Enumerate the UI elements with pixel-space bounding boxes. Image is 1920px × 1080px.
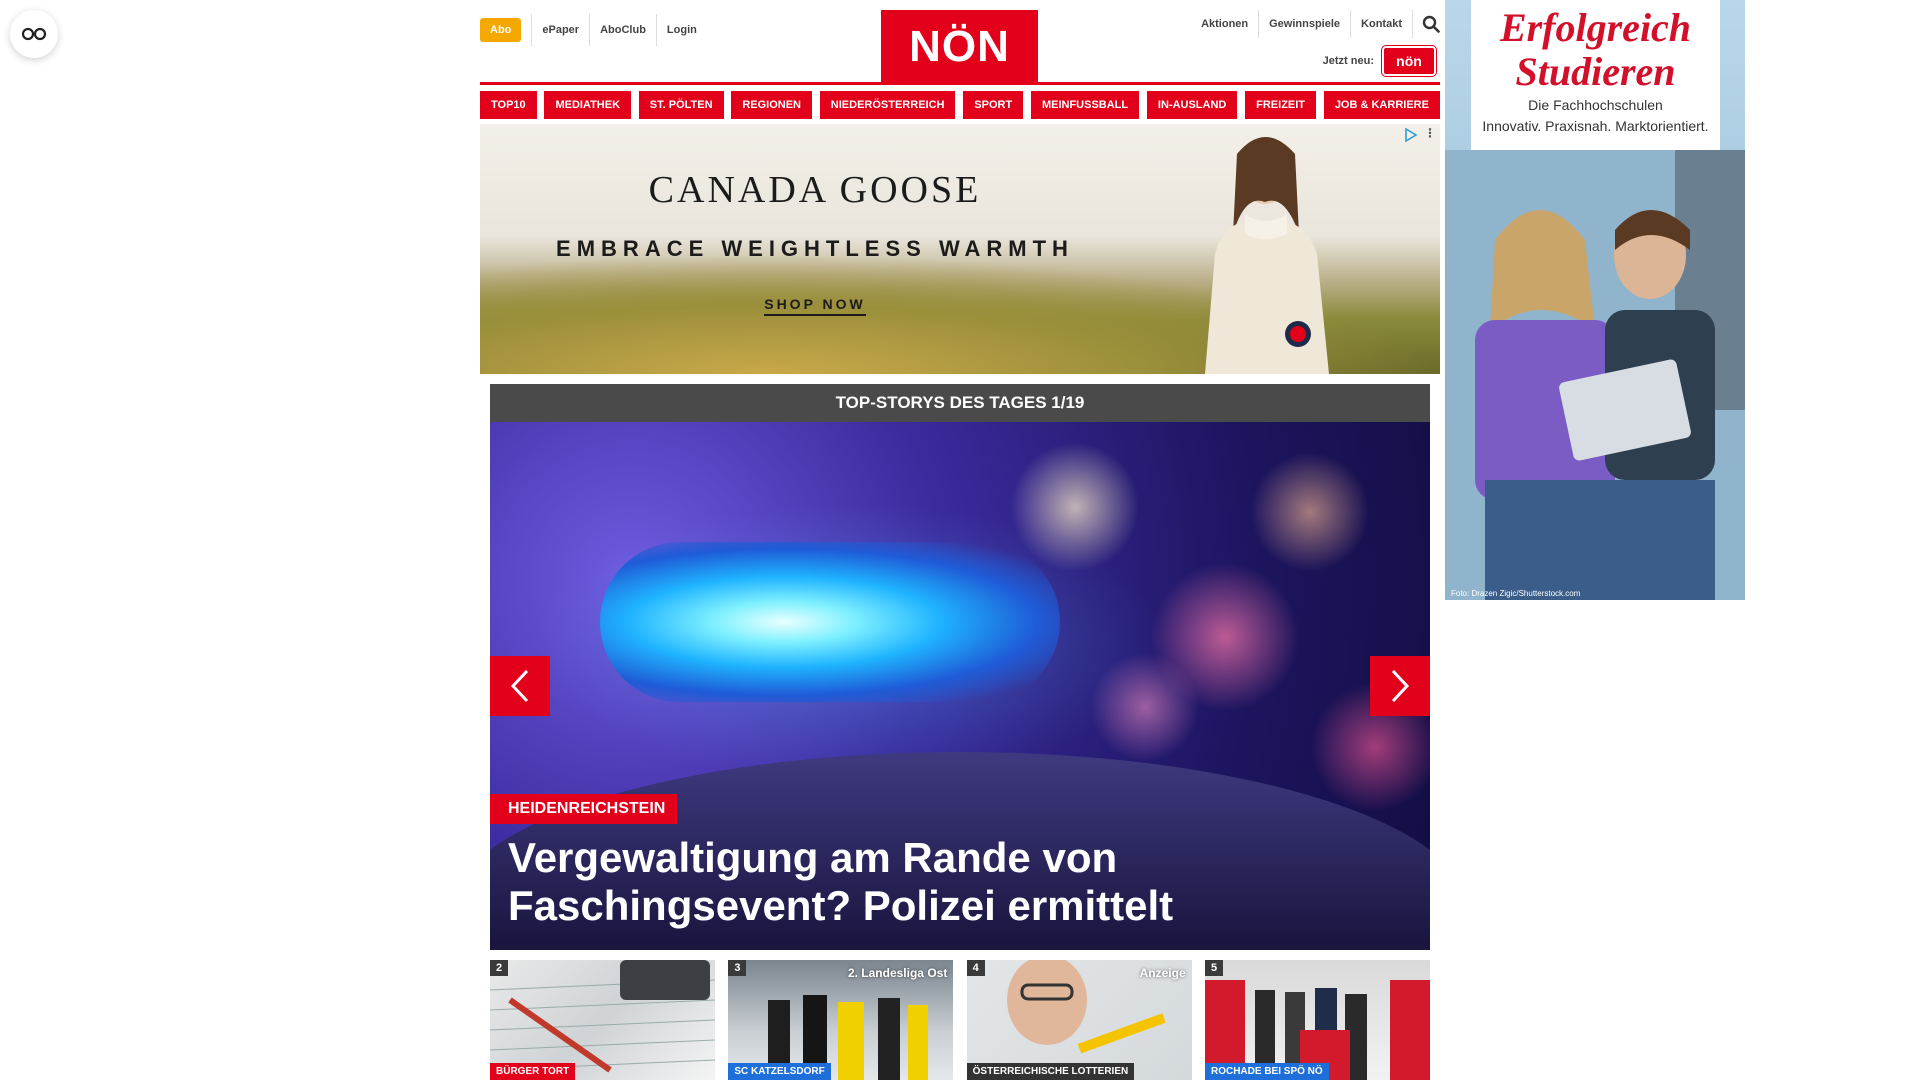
- top-stories-heading: TOP-STORYS DES TAGES 1/19: [490, 384, 1430, 422]
- thumb-category: SC KATZELSDORF: [728, 1063, 831, 1080]
- thumb-number: 3: [728, 960, 747, 976]
- aboclub-link[interactable]: AboClub: [589, 14, 656, 46]
- photo-credit: Foto: Drazen Zigic/Shutterstock.com: [1451, 589, 1581, 598]
- ad-model-image: [1205, 137, 1329, 374]
- ad-shop-now-label: SHOP NOW: [764, 296, 866, 316]
- reader-mode-button[interactable]: [10, 10, 58, 58]
- site-header: Abo ePaper AboClub Login NÖN Aktionen Ge…: [480, 0, 1440, 86]
- hero-story[interactable]: HEIDENREICHSTEIN Vergewaltigung am Rande…: [490, 422, 1430, 950]
- ad-text-card: Erfolgreich Studieren Die Fachhochschule…: [1471, 0, 1720, 150]
- thumb-number: 2: [490, 960, 509, 976]
- gewinnspiele-link[interactable]: Gewinnspiele: [1258, 10, 1350, 38]
- story-thumb-5[interactable]: 5 ROCHADE BEI SPÖ NÖ: [1204, 960, 1430, 1080]
- aktionen-link[interactable]: Aktionen: [1191, 10, 1258, 38]
- chevron-left-icon: [510, 669, 529, 703]
- thumb-category: ÖSTERREICHISCHE LOTTERIEN: [966, 1063, 1135, 1080]
- jetzt-neu-label: Jetzt neu:: [1322, 55, 1374, 67]
- right-links: Aktionen Gewinnspiele Kontakt: [1191, 10, 1440, 38]
- thumb-number: 5: [1204, 960, 1224, 976]
- story-thumbnails: 2 BÜRGER TORT 3 2. Landesliga Ost SC KAT…: [490, 960, 1430, 1080]
- thumb-category: BÜRGER TORT: [490, 1063, 576, 1080]
- nav-item-top10[interactable]: TOP10: [480, 91, 537, 119]
- ad-tagline: EMBRACE WEIGHTLESS WARMTH: [556, 236, 1074, 261]
- thumb-tag: Anzeige: [1139, 966, 1186, 980]
- nav-item-freizeit[interactable]: FREIZEIT: [1245, 91, 1317, 119]
- press-conference-image: [1204, 980, 1430, 1080]
- nav-item-niederoesterreich[interactable]: NIEDERÖSTERREICH: [819, 91, 956, 119]
- nav-item-job-karriere[interactable]: JOB & KARRIERE: [1323, 91, 1440, 119]
- search-icon[interactable]: [1412, 10, 1440, 38]
- nav-item-meinfussball[interactable]: MEINFUSSBALL: [1030, 91, 1140, 119]
- ad-menu-icon[interactable]: ⋮: [1424, 126, 1436, 140]
- nav-item-regionen[interactable]: REGIONEN: [731, 91, 813, 119]
- chevron-right-icon: [1391, 669, 1410, 703]
- abo-button[interactable]: Abo: [480, 18, 522, 42]
- story-thumb-3[interactable]: 3 2. Landesliga Ost SC KATZELSDORF: [728, 960, 954, 1080]
- adchoices-icon[interactable]: [1404, 128, 1418, 142]
- story-thumb-2[interactable]: 2 BÜRGER TORT: [490, 960, 715, 1080]
- bokeh-light: [1090, 652, 1200, 762]
- kids-noen-logo[interactable]: nön: [1382, 46, 1436, 76]
- thumb-number: 4: [966, 960, 985, 976]
- spreadsheet-image: [490, 960, 715, 1073]
- ad-subline-1: Die Fachhochschulen: [1528, 97, 1663, 113]
- nav-divider: [480, 82, 1440, 85]
- nav-item-mediathek[interactable]: MEDIATHEK: [544, 91, 632, 119]
- story-thumb-4[interactable]: 4 Anzeige ÖSTERREICHISCHE LOTTERIEN: [966, 960, 1192, 1080]
- jetzt-neu-promo[interactable]: Jetzt neu: nön: [1323, 46, 1436, 76]
- fachhochschulen-ad[interactable]: Erfolgreich Studieren Die Fachhochschule…: [1445, 0, 1745, 600]
- epaper-link[interactable]: ePaper: [531, 14, 589, 46]
- next-story-button[interactable]: [1370, 656, 1430, 716]
- ad-subline-2: Innovativ. Praxisnah. Marktorientiert.: [1482, 118, 1709, 134]
- nav-item-sport[interactable]: SPORT: [963, 91, 1024, 119]
- page-container: Abo ePaper AboClub Login NÖN Aktionen Ge…: [480, 0, 1440, 1080]
- site-logo[interactable]: NÖN: [881, 10, 1038, 84]
- bokeh-light: [1250, 452, 1370, 572]
- login-link[interactable]: Login: [655, 14, 707, 46]
- nav-item-st-poelten[interactable]: ST. PÖLTEN: [638, 91, 724, 119]
- ad-brand: CANADA GOOSE: [648, 169, 982, 211]
- nav-item-in-ausland[interactable]: IN-AUSLAND: [1146, 91, 1238, 119]
- prev-story-button[interactable]: [490, 656, 550, 716]
- hero-category[interactable]: HEIDENREICHSTEIN: [490, 794, 678, 824]
- thumb-tag: 2. Landesliga Ost: [847, 966, 948, 980]
- ad-headline: Erfolgreich Studieren: [1499, 5, 1692, 94]
- canada-goose-ad[interactable]: CANADA GOOSE EMBRACE WEIGHTLESS WARMTH S…: [480, 124, 1440, 374]
- kontakt-link[interactable]: Kontakt: [1350, 10, 1412, 38]
- thumb-category: ROCHADE BEI SPÖ NÖ: [1204, 1063, 1329, 1080]
- police-siren: [600, 542, 1060, 702]
- bokeh-light: [1010, 442, 1140, 572]
- glasses-icon: [21, 27, 47, 41]
- main-nav: TOP10 MEDIATHEK ST. PÖLTEN REGIONEN NIED…: [480, 91, 1440, 119]
- ad-shop-now[interactable]: SHOP NOW: [480, 296, 1150, 316]
- hero-title[interactable]: Vergewaltigung am Rande von Faschingseve…: [508, 834, 1408, 930]
- top-stories: TOP-STORYS DES TAGES 1/19 HEIDENREICHSTE…: [490, 384, 1430, 950]
- top-links: Abo ePaper AboClub Login: [480, 14, 707, 46]
